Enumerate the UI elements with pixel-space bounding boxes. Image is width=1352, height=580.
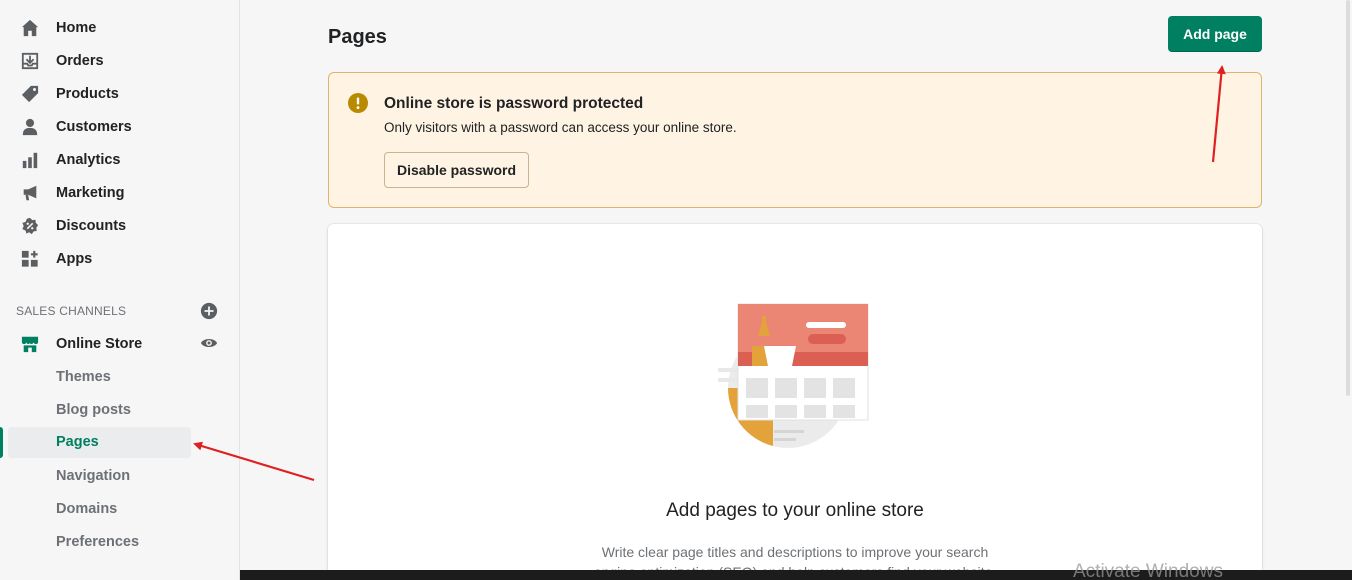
sidebar-item-customers[interactable]: Customers (0, 110, 240, 143)
sidebar-subitem-label: Domains (56, 501, 118, 517)
sidebar-subitem-navigation[interactable]: Navigation (0, 460, 240, 493)
sidebar-subitem-label: Blog posts (56, 402, 131, 418)
banner-text: Only visitors with a password can access… (384, 120, 737, 135)
sidebar-item-products[interactable]: Products (0, 77, 240, 110)
sidebar-subitem-label: Pages (56, 434, 99, 450)
banner-title: Online store is password protected (384, 95, 644, 112)
sales-channels-heading: SALES CHANNELS (16, 304, 127, 318)
add-page-button[interactable]: Add page (1168, 16, 1262, 52)
sidebar-item-discounts[interactable]: Discounts (0, 209, 240, 242)
scrollbar[interactable] (1344, 0, 1352, 400)
sidebar-subitem-label: Preferences (56, 534, 140, 550)
eye-icon[interactable] (200, 334, 218, 352)
bar-chart-icon (20, 150, 40, 170)
activate-windows-watermark: Activate Windows (1073, 561, 1223, 580)
disable-password-button[interactable]: Disable password (384, 152, 529, 188)
empty-state-card: Add pages to your online store Write cle… (328, 224, 1262, 580)
sidebar-item-analytics[interactable]: Analytics (0, 143, 240, 176)
sidebar-item-marketing[interactable]: Marketing (0, 176, 240, 209)
sidebar-item-label: Apps (56, 250, 93, 267)
main-content: Pages Add page Online store is password … (240, 0, 1352, 580)
orders-icon (20, 51, 40, 71)
sidebar-subitem-domains[interactable]: Domains (0, 493, 240, 526)
sidebar-item-label: Products (56, 85, 119, 102)
sidebar-item-label: Online Store (56, 335, 143, 352)
sidebar-subitem-pages[interactable]: Pages (0, 426, 240, 459)
password-warning-banner: Online store is password protected Only … (328, 72, 1262, 208)
sidebar-item-apps[interactable]: Apps (0, 242, 240, 275)
active-highlight (8, 427, 191, 458)
empty-state-illustration (718, 303, 869, 448)
sidebar-item-label: Discounts (56, 217, 127, 234)
sidebar-item-label: Home (56, 19, 97, 36)
add-channel-icon[interactable] (200, 302, 218, 320)
sidebar-item-label: Marketing (56, 184, 125, 201)
store-icon (20, 334, 40, 354)
tag-icon (20, 84, 40, 104)
discount-icon (20, 216, 40, 236)
megaphone-icon (20, 183, 40, 203)
sidebar-subitem-blog-posts[interactable]: Blog posts (0, 394, 240, 427)
sidebar-item-orders[interactable]: Orders (0, 44, 240, 77)
sidebar-item-home[interactable]: Home (0, 11, 240, 44)
sidebar-subitem-label: Navigation (56, 468, 131, 484)
apps-icon (20, 249, 40, 269)
person-icon (20, 117, 40, 137)
sidebar-subitem-preferences[interactable]: Preferences (0, 526, 240, 559)
sidebar: Home Orders Products Customers Analytics… (0, 0, 240, 580)
active-indicator (0, 427, 3, 458)
sidebar-item-label: Orders (56, 52, 104, 69)
sidebar-subitem-label: Themes (56, 369, 111, 385)
sidebar-item-label: Customers (56, 118, 132, 135)
sidebar-subitem-themes[interactable]: Themes (0, 361, 240, 394)
home-icon (20, 18, 40, 38)
warning-icon (348, 93, 368, 113)
page-title: Pages (328, 26, 387, 48)
sidebar-item-label: Analytics (56, 151, 121, 168)
empty-state-title: Add pages to your online store (666, 500, 924, 521)
